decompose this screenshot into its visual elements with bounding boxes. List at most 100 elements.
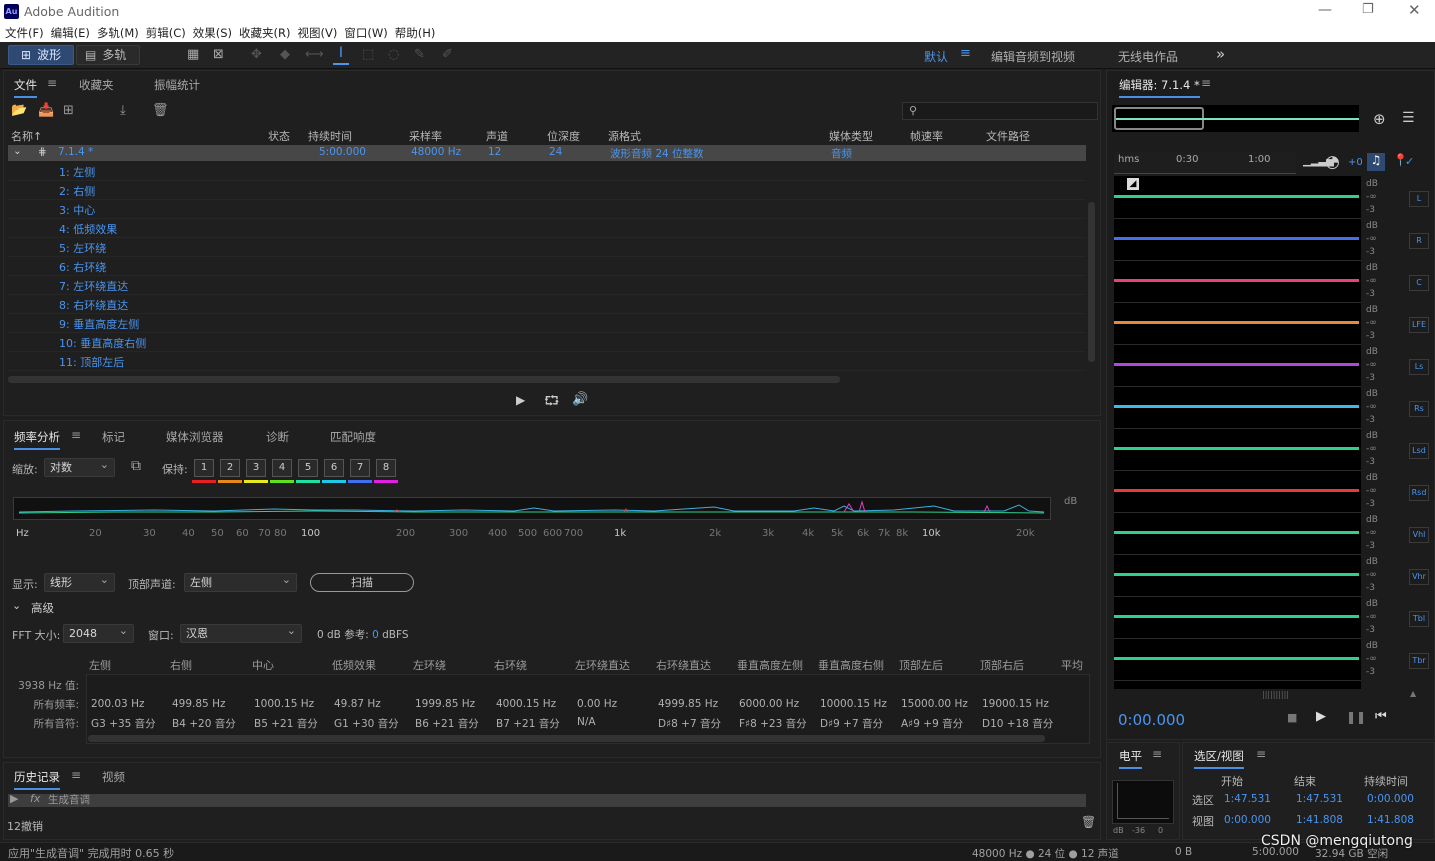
snapshot-icon[interactable]: ⧉ <box>131 458 141 474</box>
tab-match-loudness[interactable]: 匹配响度 <box>330 429 376 445</box>
workspace-radio[interactable]: 无线电作品 <box>1118 48 1178 65</box>
spectral-pitch-icon[interactable]: ⊠ <box>213 47 224 62</box>
col-rate[interactable]: 采样率 <box>409 128 442 144</box>
levels-title[interactable]: 电平 <box>1119 748 1142 769</box>
table-hscrollbar[interactable] <box>88 735 1045 742</box>
channel-waveform[interactable] <box>1114 657 1359 660</box>
insert-multitrack-icon[interactable]: ⤓ <box>120 103 126 118</box>
hold-button-4[interactable]: 4 <box>272 459 292 477</box>
expand-icon[interactable]: ⌄ <box>13 145 22 157</box>
channel-waveform[interactable] <box>1114 405 1359 408</box>
menu-item-6[interactable]: 视图(V) <box>298 26 338 40</box>
hold-button-5[interactable]: 5 <box>298 459 318 477</box>
tab-media-browser[interactable]: 媒体浏览器 <box>166 429 224 445</box>
pause-icon[interactable]: ❚❚ <box>1346 710 1366 724</box>
col-media-type[interactable]: 媒体类型 <box>829 128 873 144</box>
window-select[interactable]: 汉恩 <box>180 622 302 643</box>
slip-tool-icon[interactable]: ⟷ <box>305 47 324 62</box>
move-to-start-icon[interactable]: ⏮ <box>1375 709 1387 724</box>
menu-item-8[interactable]: 帮助(H) <box>395 26 436 40</box>
channel-label-r[interactable]: R <box>1409 233 1429 249</box>
brush-tool-icon[interactable]: ✎ <box>414 47 425 62</box>
razor-tool-icon[interactable]: ◆ <box>280 47 290 62</box>
advanced-chevron-icon[interactable]: ⌄ <box>12 599 21 612</box>
autoplay-icon[interactable]: 🔊 <box>572 392 588 407</box>
zoom-center-icon[interactable]: ⊕ <box>1373 110 1386 128</box>
advanced-label[interactable]: 高级 <box>31 600 54 616</box>
history-trash-icon[interactable]: 🗑 <box>1081 815 1096 829</box>
channel-waveform[interactable] <box>1114 531 1359 534</box>
waveform-scroll-grip[interactable]: |||||||||| <box>1262 690 1289 699</box>
channel-waveform[interactable] <box>1114 321 1359 324</box>
channel-row[interactable]: 6: 右环绕 <box>8 257 1086 276</box>
file-row-main[interactable]: ⌄ ⋕ 7.1.4 * 5:00.000 48000 Hz 12 24 波形音频… <box>8 145 1086 161</box>
menu-item-7[interactable]: 窗口(W) <box>344 26 387 40</box>
loop-preview-icon[interactable]: ⮔ <box>544 392 559 414</box>
time-selection-tool-icon[interactable]: I <box>333 45 349 65</box>
play-preview-icon[interactable]: ▶ <box>516 393 525 407</box>
delete-file-icon[interactable]: 🗑 <box>152 103 169 118</box>
lasso-tool-icon[interactable]: ◌ <box>388 47 399 62</box>
channel-label-l[interactable]: L <box>1409 191 1429 207</box>
tab-diagnostics[interactable]: 诊断 <box>266 429 289 445</box>
channel-row[interactable]: 9: 垂直高度左侧 <box>8 314 1086 333</box>
col-status[interactable]: 状态 <box>268 128 290 144</box>
sel-duration[interactable]: 0:00.000 <box>1367 793 1414 805</box>
scan-button[interactable]: 扫描 <box>310 573 414 592</box>
files-hscrollbar[interactable] <box>8 376 840 383</box>
channel-waveform[interactable] <box>1114 489 1359 492</box>
channel-row[interactable]: 3: 中心 <box>8 200 1086 219</box>
channel-label-tbl[interactable]: Tbl <box>1409 611 1429 627</box>
ref-value[interactable]: 0 <box>372 629 379 641</box>
channel-label-vhr[interactable]: Vhr <box>1409 569 1429 585</box>
workspace-edit-video[interactable]: 编辑音频到视频 <box>991 48 1075 65</box>
freq-tab-menu-icon[interactable]: ≡ <box>71 428 81 442</box>
hold-button-7[interactable]: 7 <box>350 459 370 477</box>
channel-label-lsd[interactable]: Lsd <box>1409 443 1429 459</box>
gain-knob-icon[interactable]: ◔ <box>1325 152 1340 172</box>
marquee-tool-icon[interactable]: ⬚ <box>362 47 374 62</box>
channel-waveform[interactable] <box>1114 195 1359 198</box>
menu-item-4[interactable]: 效果(S) <box>193 26 232 40</box>
tab-favorites[interactable]: 收藏夹 <box>79 77 114 93</box>
import-file-icon[interactable]: 📥 <box>38 103 54 118</box>
play-icon[interactable]: ▶ <box>1316 709 1326 724</box>
top-channel-select[interactable]: 左侧 <box>184 571 297 592</box>
gain-value[interactable]: +0 <box>1348 157 1363 168</box>
channel-waveform[interactable] <box>1114 279 1359 282</box>
headphones-icon[interactable]: ♫ <box>1367 153 1385 171</box>
col-name[interactable]: 名称↑ <box>11 128 42 144</box>
channel-row[interactable]: 7: 左环绕直达 <box>8 276 1086 295</box>
hold-button-2[interactable]: 2 <box>220 459 240 477</box>
menu-item-1[interactable]: 编辑(E) <box>51 26 90 40</box>
files-vscrollbar[interactable] <box>1088 202 1095 362</box>
tab-files[interactable]: 文件 <box>14 77 37 98</box>
history-item[interactable]: ▶ fx 生成音调 <box>8 792 1086 807</box>
channel-label-tbr[interactable]: Tbr <box>1409 653 1429 669</box>
close-icon[interactable]: ✕ <box>1408 1 1421 19</box>
menu-item-5[interactable]: 收藏夹(R) <box>239 26 290 40</box>
channel-waveform[interactable] <box>1114 363 1359 366</box>
channel-row[interactable]: 8: 右环绕直达 <box>8 295 1086 314</box>
channel-label-vhl[interactable]: Vhl <box>1409 527 1429 543</box>
channel-row[interactable]: 2: 右侧 <box>8 181 1086 200</box>
channel-waveform[interactable] <box>1114 615 1359 618</box>
waveform-area[interactable] <box>1114 176 1361 689</box>
view-end[interactable]: 1:41.808 <box>1296 814 1343 826</box>
channel-row[interactable]: 5: 左环绕 <box>8 238 1086 257</box>
channel-row[interactable]: 1: 左侧 <box>8 162 1086 181</box>
view-start[interactable]: 0:00.000 <box>1224 814 1271 826</box>
track-options-icon[interactable]: ☰ <box>1402 110 1415 126</box>
channel-label-lfe[interactable]: LFE <box>1409 317 1429 333</box>
tab-amplitude-stats[interactable]: 振幅统计 <box>154 77 200 93</box>
fft-select[interactable]: 2048 <box>63 622 134 643</box>
multitrack-view-button[interactable]: ▤ 多轨 <box>76 45 140 65</box>
channel-label-c[interactable]: C <box>1409 275 1429 291</box>
col-framerate[interactable]: 帧速率 <box>910 128 943 144</box>
stop-icon[interactable]: ■ <box>1287 711 1297 724</box>
col-depth[interactable]: 位深度 <box>547 128 580 144</box>
channel-row[interactable]: 10: 垂直高度右侧 <box>8 333 1086 352</box>
sel-end[interactable]: 1:47.531 <box>1296 793 1343 805</box>
files-tab-menu-icon[interactable]: ≡ <box>47 76 57 90</box>
levels-menu-icon[interactable]: ≡ <box>1152 747 1162 761</box>
